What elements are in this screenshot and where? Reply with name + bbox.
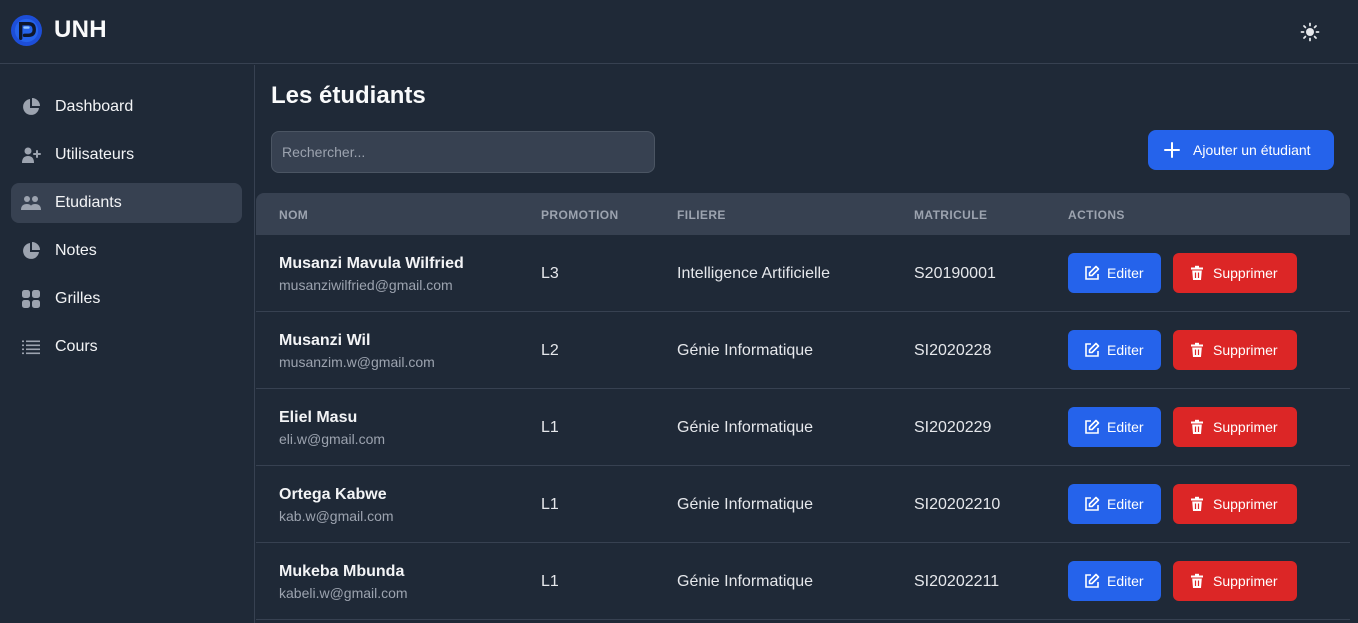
edit-icon <box>1085 573 1100 588</box>
column-header-nom: NOM <box>279 208 309 222</box>
student-email: musanziwilfried@gmail.com <box>279 277 453 293</box>
search-input[interactable] <box>271 131 655 173</box>
edit-icon <box>1085 265 1100 280</box>
table-row: Ortega Kabwe kab.w@gmail.com L1 Génie In… <box>256 466 1350 543</box>
student-promotion: L1 <box>541 419 559 436</box>
edit-button[interactable]: Editer <box>1068 561 1161 601</box>
sun-icon <box>1300 22 1320 42</box>
edit-label: Editer <box>1107 265 1144 281</box>
edit-button[interactable]: Editer <box>1068 407 1161 447</box>
trash-icon <box>1191 496 1203 511</box>
student-email: eli.w@gmail.com <box>279 431 386 447</box>
pie-chart-icon <box>23 242 40 259</box>
student-promotion: L1 <box>541 573 559 590</box>
student-promotion: L3 <box>541 265 559 282</box>
student-name: Ortega Kabwe <box>279 486 387 503</box>
delete-label: Supprimer <box>1213 265 1278 281</box>
student-email: kab.w@gmail.com <box>279 508 394 524</box>
delete-label: Supprimer <box>1213 496 1278 512</box>
sidebar-item-label: Etudiants <box>55 194 122 211</box>
trash-icon <box>1191 419 1203 434</box>
student-name: Musanzi Mavula Wilfried <box>279 255 464 272</box>
column-header-matricule: MATRICULE <box>914 208 988 222</box>
student-promotion: L2 <box>541 342 559 359</box>
page-title: Les étudiants <box>271 82 426 109</box>
sidebar-item-label: Grilles <box>55 290 101 307</box>
delete-button[interactable]: Supprimer <box>1173 484 1297 524</box>
table-row: Mukeba Mbunda kabeli.w@gmail.com L1 Géni… <box>256 543 1350 620</box>
delete-button[interactable]: Supprimer <box>1173 561 1297 601</box>
edit-icon <box>1085 419 1100 434</box>
user-plus-icon <box>22 147 41 163</box>
table-row: Musanzi Wil musanzim.w@gmail.com L2 Géni… <box>256 312 1350 389</box>
delete-button[interactable]: Supprimer <box>1173 407 1297 447</box>
sidebar-item-label: Dashboard <box>55 98 134 115</box>
sidebar-item-utilisateurs[interactable]: Utilisateurs <box>11 135 242 175</box>
sidebar-item-grilles[interactable]: Grilles <box>11 279 242 319</box>
sidebar-item-label: Cours <box>55 338 98 355</box>
student-name: Mukeba Mbunda <box>279 563 405 580</box>
top-bar: UNH <box>0 0 1358 64</box>
grid-icon <box>22 290 40 308</box>
plus-icon <box>1164 142 1180 158</box>
student-matricule: S20190001 <box>914 265 996 282</box>
users-icon <box>21 196 41 210</box>
table-header: NOM PROMOTION FILIERE MATRICULE ACTIONS <box>256 193 1350 235</box>
edit-label: Editer <box>1107 496 1144 512</box>
student-promotion: L1 <box>541 496 559 513</box>
student-name: Eliel Masu <box>279 409 358 426</box>
sidebar-item-notes[interactable]: Notes <box>11 231 242 271</box>
student-filiere: Génie Informatique <box>677 419 814 436</box>
main-content: Les étudiants Ajouter un étudiant NOM PR… <box>256 65 1358 623</box>
trash-icon <box>1191 342 1203 357</box>
sidebar-item-cours[interactable]: Cours <box>11 327 242 367</box>
edit-button[interactable]: Editer <box>1068 253 1161 293</box>
edit-icon <box>1085 496 1100 511</box>
sidebar-item-dashboard[interactable]: Dashboard <box>11 87 242 127</box>
sidebar-item-label: Notes <box>55 242 97 259</box>
edit-icon <box>1085 342 1100 357</box>
student-name: Musanzi Wil <box>279 332 371 349</box>
app-brand: UNH <box>54 16 107 43</box>
student-filiere: Génie Informatique <box>677 496 814 513</box>
student-filiere: Génie Informatique <box>677 342 814 359</box>
list-icon <box>22 340 40 355</box>
student-filiere: Génie Informatique <box>677 573 814 590</box>
pie-chart-icon <box>23 98 40 115</box>
add-student-button[interactable]: Ajouter un étudiant <box>1148 130 1334 170</box>
edit-label: Editer <box>1107 573 1144 589</box>
student-email: kabeli.w@gmail.com <box>279 585 408 601</box>
edit-button[interactable]: Editer <box>1068 484 1161 524</box>
sidebar-item-etudiants[interactable]: Etudiants <box>11 183 242 223</box>
sidebar-item-label: Utilisateurs <box>55 146 135 163</box>
delete-button[interactable]: Supprimer <box>1173 253 1297 293</box>
student-filiere: Intelligence Artificielle <box>677 265 830 282</box>
add-student-label: Ajouter un étudiant <box>1193 142 1311 158</box>
unh-logo-icon <box>11 15 42 46</box>
delete-label: Supprimer <box>1213 573 1278 589</box>
student-email: musanzim.w@gmail.com <box>279 354 435 370</box>
sidebar: Dashboard Utilisateurs Etudiants Notes G… <box>0 65 255 623</box>
column-header-promotion: PROMOTION <box>541 208 619 222</box>
column-header-filiere: FILIERE <box>677 208 726 222</box>
column-header-actions: ACTIONS <box>1068 208 1125 222</box>
student-matricule: SI20202211 <box>914 573 1000 590</box>
edit-label: Editer <box>1107 419 1144 435</box>
theme-toggle-button[interactable] <box>1298 20 1322 44</box>
edit-button[interactable]: Editer <box>1068 330 1161 370</box>
delete-button[interactable]: Supprimer <box>1173 330 1297 370</box>
delete-label: Supprimer <box>1213 419 1278 435</box>
edit-label: Editer <box>1107 342 1144 358</box>
student-matricule: SI20202210 <box>914 496 1001 513</box>
student-matricule: SI2020229 <box>914 419 992 436</box>
student-matricule: SI2020228 <box>914 342 992 359</box>
table-row: Eliel Masu eli.w@gmail.com L1 Génie Info… <box>256 389 1350 466</box>
trash-icon <box>1191 573 1203 588</box>
trash-icon <box>1191 265 1203 280</box>
table-row: Musanzi Mavula Wilfried musanziwilfried@… <box>256 235 1350 312</box>
delete-label: Supprimer <box>1213 342 1278 358</box>
